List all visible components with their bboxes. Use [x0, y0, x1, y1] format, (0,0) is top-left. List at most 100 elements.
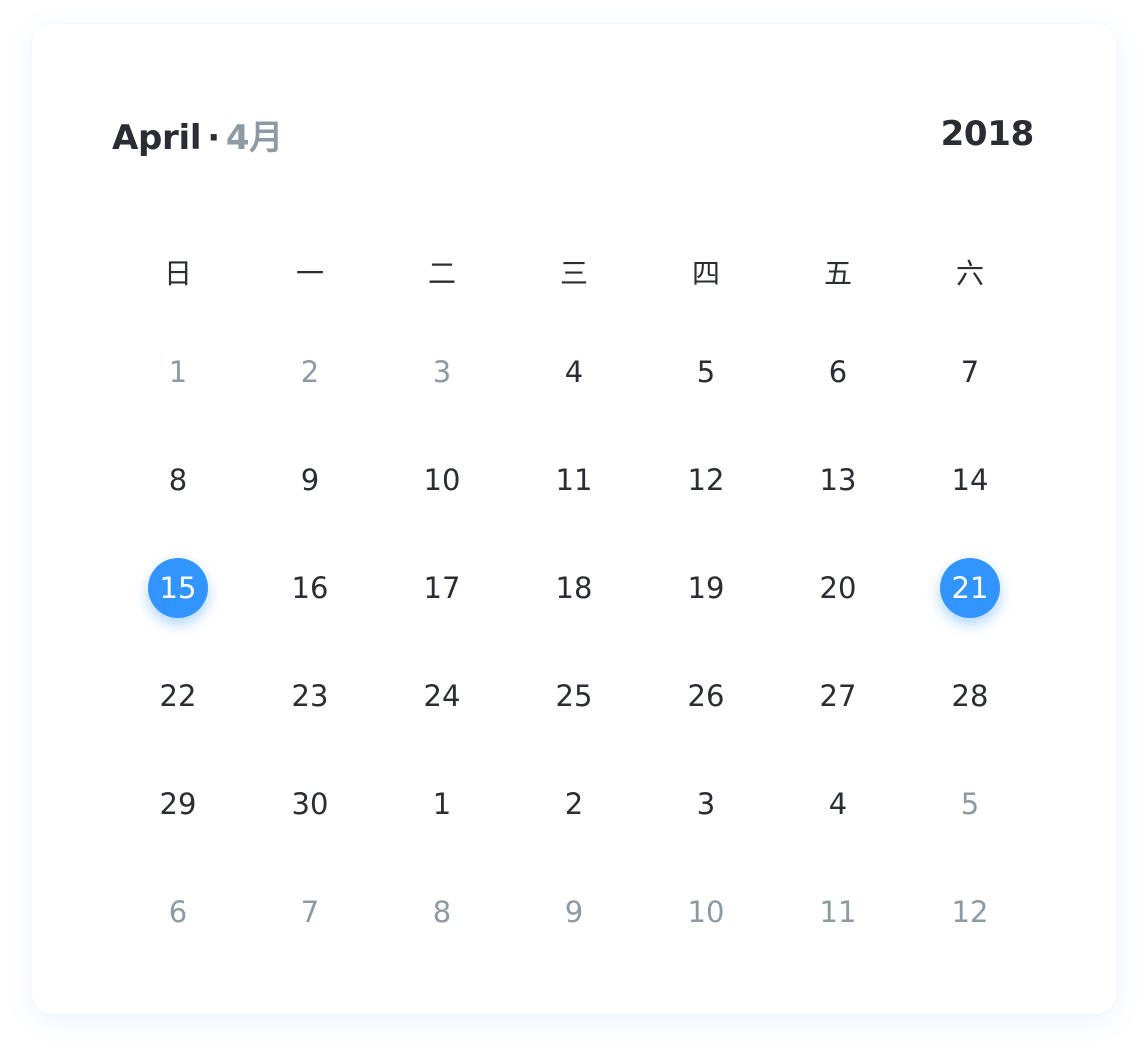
day-number: 6 [168, 895, 188, 929]
day-cell[interactable]: 24 [376, 656, 508, 736]
day-cell[interactable]: 6 [112, 872, 244, 952]
week-row: 15 16 17 18 19 20 21 [112, 548, 1036, 628]
month-name-cn: 4月 [225, 117, 283, 158]
day-number: 4 [564, 355, 584, 389]
day-cell[interactable]: 29 [112, 764, 244, 844]
weekday-sun: 日 [163, 257, 192, 290]
week-row: 6 7 8 9 10 11 12 [112, 872, 1036, 952]
day-cell[interactable]: 7 [244, 872, 376, 952]
weekday-mon: 一 [295, 257, 324, 290]
day-cell[interactable]: 3 [376, 332, 508, 412]
day-number: 12 [951, 895, 989, 929]
day-cell[interactable]: 10 [376, 440, 508, 520]
day-number: 22 [159, 679, 197, 713]
day-number: 19 [687, 571, 725, 605]
day-number: 28 [951, 679, 989, 713]
day-cell[interactable]: 1 [112, 332, 244, 412]
day-number: 21 [940, 558, 1000, 618]
day-number: 11 [555, 463, 593, 497]
day-number: 11 [819, 895, 857, 929]
day-cell[interactable]: 30 [244, 764, 376, 844]
month-name: April [112, 117, 202, 158]
weekday-wed: 三 [559, 257, 588, 290]
day-number: 7 [960, 355, 980, 389]
day-number: 10 [423, 463, 461, 497]
day-cell[interactable]: 18 [508, 548, 640, 628]
day-cell[interactable]: 28 [904, 656, 1036, 736]
year-label: 2018 [940, 114, 1035, 154]
day-cell[interactable]: 16 [244, 548, 376, 628]
day-number: 2 [300, 355, 320, 389]
day-number: 13 [819, 463, 857, 497]
day-number: 8 [168, 463, 188, 497]
day-number: 10 [687, 895, 725, 929]
day-cell[interactable]: 1 [376, 764, 508, 844]
day-number: 3 [432, 355, 452, 389]
day-cell[interactable]: 3 [640, 764, 772, 844]
day-cell-selected[interactable]: 15 [112, 548, 244, 628]
day-cell[interactable]: 23 [244, 656, 376, 736]
day-cell[interactable]: 4 [508, 332, 640, 412]
day-cell[interactable]: 11 [772, 872, 904, 952]
day-cell[interactable]: 6 [772, 332, 904, 412]
day-number: 1 [168, 355, 188, 389]
day-number: 18 [555, 571, 593, 605]
day-number: 30 [291, 787, 329, 821]
day-cell[interactable]: 14 [904, 440, 1036, 520]
day-cell[interactable]: 7 [904, 332, 1036, 412]
day-cell[interactable]: 26 [640, 656, 772, 736]
day-cell[interactable]: 4 [772, 764, 904, 844]
day-cell[interactable]: 12 [640, 440, 772, 520]
day-cell[interactable]: 17 [376, 548, 508, 628]
weekday-sat: 六 [955, 257, 984, 290]
day-cell[interactable]: 12 [904, 872, 1036, 952]
day-number: 6 [828, 355, 848, 389]
day-cell[interactable]: 8 [112, 440, 244, 520]
day-number: 16 [291, 571, 329, 605]
day-cell[interactable]: 8 [376, 872, 508, 952]
day-cell[interactable]: 2 [244, 332, 376, 412]
day-cell[interactable]: 5 [640, 332, 772, 412]
day-cell[interactable]: 2 [508, 764, 640, 844]
day-number: 25 [555, 679, 593, 713]
weekday-row: 日 一 二 三 四 五 六 [112, 242, 1036, 302]
day-number: 8 [432, 895, 452, 929]
day-cell[interactable]: 20 [772, 548, 904, 628]
week-row: 1 2 3 4 5 6 7 [112, 332, 1036, 412]
weekday-fri: 五 [823, 257, 852, 290]
day-cell[interactable]: 10 [640, 872, 772, 952]
day-number: 23 [291, 679, 329, 713]
day-cell[interactable]: 13 [772, 440, 904, 520]
day-cell[interactable]: 9 [508, 872, 640, 952]
day-number: 14 [951, 463, 989, 497]
day-number: 12 [687, 463, 725, 497]
day-number: 3 [696, 787, 716, 821]
month-separator: · [207, 117, 220, 158]
day-cell[interactable]: 19 [640, 548, 772, 628]
day-cell[interactable]: 25 [508, 656, 640, 736]
weekday-thu: 四 [691, 257, 720, 290]
day-cell[interactable]: 27 [772, 656, 904, 736]
day-cell[interactable]: 11 [508, 440, 640, 520]
month-title: April · 4月 [112, 110, 283, 159]
day-number: 29 [159, 787, 197, 821]
day-number: 17 [423, 571, 461, 605]
calendar-card: April · 4月 2018 日 一 二 三 四 五 六 1234567891… [32, 24, 1116, 1014]
day-number: 9 [300, 463, 320, 497]
calendar-header: April · 4月 2018 [112, 110, 1034, 158]
day-number: 24 [423, 679, 461, 713]
day-number: 15 [148, 558, 208, 618]
day-cell[interactable]: 5 [904, 764, 1036, 844]
day-cell[interactable]: 9 [244, 440, 376, 520]
day-number: 9 [564, 895, 584, 929]
weekday-tue: 二 [427, 257, 456, 290]
day-cell[interactable]: 22 [112, 656, 244, 736]
day-number: 7 [300, 895, 320, 929]
day-number: 26 [687, 679, 725, 713]
day-cell-selected[interactable]: 21 [904, 548, 1036, 628]
day-number: 1 [432, 787, 452, 821]
day-number: 5 [960, 787, 980, 821]
day-number: 5 [696, 355, 716, 389]
day-number: 2 [564, 787, 584, 821]
day-number: 4 [828, 787, 848, 821]
